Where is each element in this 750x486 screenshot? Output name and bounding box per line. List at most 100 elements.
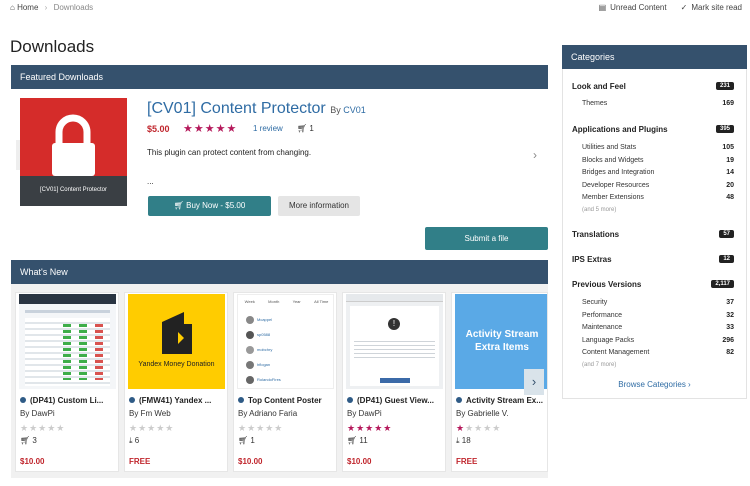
card-price: $10.00 [238, 457, 263, 466]
inbox-icon: ▤ [598, 3, 607, 12]
download-card[interactable]: ! (DP41) Guest View... By DawPi ★★★★★ 🛒︎… [342, 292, 446, 472]
leaderboard-row: RolandoFires [246, 372, 326, 387]
featured-description: This plugin can protect content from cha… [147, 148, 312, 157]
subcategory-item[interactable]: Maintenance [582, 324, 622, 331]
category-count-badge: 231 [715, 82, 734, 90]
subcategory-item[interactable]: Utilities and Stats [582, 144, 636, 151]
featured-image[interactable]: [CV01] Content Protector [20, 98, 127, 206]
subcategory-item[interactable]: Content Management [582, 349, 649, 356]
subcategory-count: 48 [726, 194, 734, 201]
page-title: Downloads [10, 37, 95, 56]
card-count: 🛒︎ 11 [347, 436, 368, 445]
featured-ellipsis: ... [147, 177, 154, 186]
carousel-next-button[interactable]: › [524, 369, 544, 395]
subcategory-item[interactable]: Bridges and Integration [582, 169, 654, 176]
category-translations[interactable]: Translations [572, 230, 619, 239]
category-applications-and-plugins[interactable]: Applications and Plugins [572, 125, 668, 134]
card-rating-stars: ★★★★★ [20, 423, 66, 433]
subcategory-item[interactable]: Performance [582, 312, 622, 319]
featured-rating-stars: ★★★★★ [183, 123, 238, 135]
whats-new-header: What's New [11, 260, 548, 284]
subcategory-count: 37 [726, 299, 734, 306]
card-title[interactable]: (FMW41) Yandex ... [139, 396, 211, 405]
card-thumbnail[interactable] [19, 294, 116, 389]
cart-icon: 🛒︎ [173, 201, 184, 210]
subcategory-count: 169 [722, 100, 734, 107]
subcategory-item[interactable]: Themes [582, 100, 607, 107]
subcategory-count: 14 [726, 169, 734, 176]
featured-price: $5.00 [147, 124, 170, 134]
check-icon: ✓ [680, 3, 688, 12]
download-card[interactable]: Week Month Year All Time Mcappel sp0588 … [233, 292, 337, 472]
featured-title[interactable]: [CV01] Content Protector [147, 100, 326, 117]
subcategory-item[interactable]: Language Packs [582, 337, 634, 344]
category-look-and-feel[interactable]: Look and Feel [572, 82, 626, 91]
categories-header: Categories [562, 45, 747, 69]
download-card[interactable]: (DP41) Custom Li... By DawPi ★★★★★ 🛒︎ 3 … [15, 292, 119, 472]
category-previous-versions[interactable]: Previous Versions [572, 280, 641, 289]
card-author[interactable]: By Gabrielle V. [456, 409, 509, 418]
subcategory-count: 82 [726, 349, 734, 356]
subcategory-item[interactable]: Member Extensions [582, 194, 644, 201]
more-information-button[interactable]: More information [278, 196, 360, 216]
subcategory-item[interactable]: Security [582, 299, 607, 306]
status-dot-icon [129, 397, 135, 403]
thumb-text: Activity Stream Extra Items [465, 329, 539, 353]
subcategory-item[interactable]: Blocks and Widgets [582, 157, 643, 164]
subcategory-count: 105 [722, 144, 734, 151]
card-author[interactable]: By Fm Web [129, 409, 171, 418]
card-thumbnail[interactable]: Yandex Money Donation [128, 294, 225, 389]
leaderboard-row: Mcappel [246, 312, 326, 327]
featured-downloads-count: 🛒︎ 1 [297, 124, 314, 133]
mark-site-read-link[interactable]: ✓ Mark site read [681, 3, 742, 12]
featured-author[interactable]: CV01 [343, 105, 366, 115]
card-author[interactable]: By DawPi [20, 409, 55, 418]
chevron-right-icon[interactable]: › [533, 148, 537, 162]
download-card[interactable]: Yandex Money Donation (FMW41) Yandex ...… [124, 292, 228, 472]
home-icon[interactable]: ⌂ [10, 3, 15, 12]
subcategory-count: 20 [726, 182, 734, 189]
card-author[interactable]: By DawPi [347, 409, 382, 418]
card-title[interactable]: Activity Stream Ex... [466, 396, 543, 405]
card-price: $10.00 [20, 457, 45, 466]
breadcrumb: ⌂ Home › Downloads [10, 3, 93, 12]
card-price: $10.00 [347, 457, 372, 466]
by-label: By [330, 105, 341, 115]
cart-icon: 🛒︎ [238, 436, 249, 445]
subcategory-item[interactable]: Developer Resources [582, 182, 649, 189]
buy-now-button[interactable]: 🛒︎ Buy Now - $5.00 [148, 196, 271, 216]
featured-reviews-link[interactable]: 1 review [253, 124, 283, 133]
card-title[interactable]: (DP41) Custom Li... [30, 396, 103, 405]
thumb-text: Yandex Money Donation [138, 361, 215, 368]
subcategory-count: 19 [726, 157, 734, 164]
category-count-badge: 57 [719, 230, 734, 238]
categories-panel: Look and Feel 231 Themes 169 Application… [562, 69, 747, 399]
card-rating-stars: ★★★★★ [129, 423, 175, 433]
card-thumbnail[interactable]: ! [346, 294, 443, 389]
subcategory-count: 32 [726, 312, 734, 319]
card-rating-stars: ★★★★★ [238, 423, 284, 433]
category-count-badge: 2,117 [711, 280, 734, 288]
browse-categories-link[interactable]: Browse Categories › [562, 380, 747, 389]
subcategory-count: 296 [722, 337, 734, 344]
status-dot-icon [20, 397, 26, 403]
cart-icon: 🛒︎ [20, 436, 31, 445]
status-dot-icon [238, 397, 244, 403]
download-icon: ⤓ [456, 436, 460, 445]
status-dot-icon [456, 397, 462, 403]
submit-file-button[interactable]: Submit a file [425, 227, 548, 250]
top-bar: ⌂ Home › Downloads ▤ Unread Content ✓ Mark… [0, 0, 750, 16]
card-title[interactable]: Top Content Poster [248, 396, 322, 405]
category-ips-extras[interactable]: IPS Extras [572, 255, 612, 264]
card-title[interactable]: (DP41) Guest View... [357, 396, 434, 405]
category-count-badge: 12 [719, 255, 734, 263]
unread-content-link[interactable]: ▤ Unread Content [599, 3, 667, 12]
card-author[interactable]: By Adriano Faria [238, 409, 297, 418]
subcategory-count: 33 [726, 324, 734, 331]
breadcrumb-home[interactable]: Home [17, 3, 38, 12]
and-more-link[interactable]: (and 5 more) [582, 207, 616, 213]
lock-icon [52, 114, 95, 176]
alert-icon: ! [388, 318, 400, 330]
and-more-link[interactable]: (and 7 more) [582, 362, 616, 368]
card-thumbnail[interactable]: Week Month Year All Time Mcappel sp0588 … [237, 294, 334, 389]
